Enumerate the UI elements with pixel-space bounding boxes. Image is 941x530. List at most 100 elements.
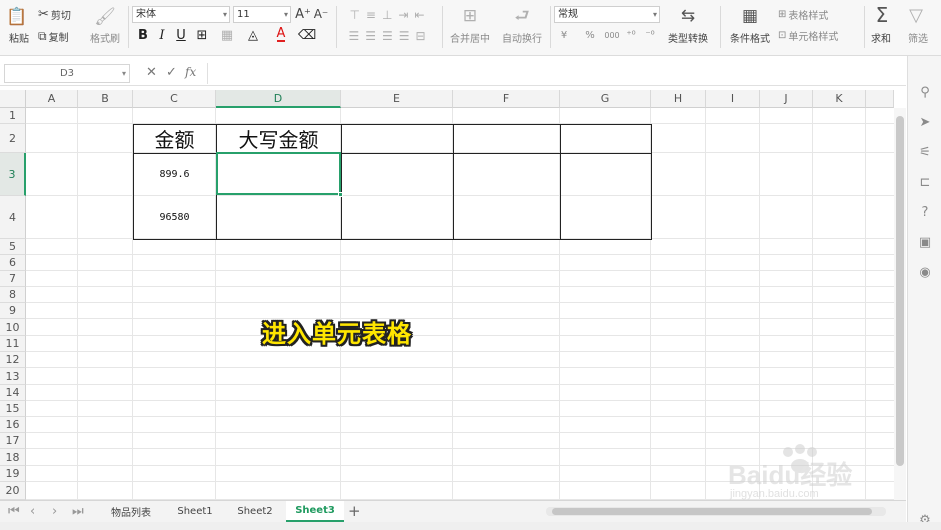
column-header-h[interactable]: H (651, 90, 706, 108)
font-name-select[interactable]: 宋体 ▾ (132, 6, 230, 23)
format-painter-button[interactable]: 🖌 (88, 6, 122, 28)
cut-button[interactable]: ✂ 剪切 (38, 6, 80, 22)
paste-label[interactable]: 粘贴 (4, 30, 34, 45)
thousands-button[interactable]: 000 (602, 28, 622, 42)
fill-style-button[interactable]: ▦ (218, 26, 236, 44)
font-grow-button[interactable]: A⁺ (295, 5, 311, 23)
row-header-14[interactable]: 14 (0, 385, 26, 401)
cancel-icon[interactable]: ✕ (146, 65, 157, 80)
row-header-16[interactable]: 16 (0, 417, 26, 433)
cell-style-button[interactable]: ⊡ 单元格样式 (778, 28, 860, 43)
format-painter-label[interactable]: 格式刷 (86, 30, 124, 45)
row-header-15[interactable]: 15 (0, 401, 26, 417)
add-sheet-icon[interactable]: + (348, 502, 361, 520)
merge-button[interactable]: ⊞ (450, 6, 490, 26)
convert-button[interactable]: ⇆ (674, 6, 702, 26)
font-color-button[interactable]: A (272, 26, 290, 44)
sum-button[interactable]: Σ (870, 4, 894, 26)
column-header-j[interactable]: J (760, 90, 813, 108)
cell-c3[interactable]: 899.6 (133, 153, 216, 196)
column-header-f[interactable]: F (453, 90, 560, 108)
cursor-icon[interactable]: ➤ (917, 114, 933, 130)
name-box[interactable]: D3 ▾ (4, 64, 130, 83)
vertical-scroll-thumb[interactable] (896, 116, 904, 466)
confirm-icon[interactable]: ✓ (166, 65, 177, 80)
column-header-k[interactable]: K (813, 90, 866, 108)
number-format-select[interactable]: 常规 ▾ (554, 6, 660, 23)
row-header-10[interactable]: 10 (0, 319, 26, 336)
row-header-11[interactable]: 11 (0, 336, 26, 352)
sheet-tab-items[interactable]: 物品列表 (100, 501, 162, 522)
row-header-19[interactable]: 19 (0, 466, 26, 482)
underline-button[interactable]: U (172, 26, 190, 44)
select-all-corner[interactable] (0, 90, 26, 108)
bold-button[interactable]: B (134, 26, 152, 44)
row-header-1[interactable]: 1 (0, 108, 26, 124)
pin-icon[interactable]: ⚲ (917, 84, 933, 100)
image-icon[interactable]: ▣ (917, 234, 933, 250)
font-shrink-button[interactable]: A⁻ (313, 5, 329, 23)
percent-button[interactable]: % (582, 28, 598, 42)
align-horizontal-group[interactable]: ☰ ☰ ☰ ☰ ⊟ (342, 27, 438, 45)
row-header-9[interactable]: 9 (0, 303, 26, 319)
row-header-4[interactable]: 4 (0, 196, 26, 239)
row-header-3[interactable]: 3 (0, 153, 26, 196)
decrease-decimal-button[interactable]: ⁻⁰ (641, 28, 659, 42)
table-style-button[interactable]: ⊞ 表格样式 (778, 7, 848, 22)
merge-label[interactable]: 合并居中 (444, 30, 496, 45)
conditional-format-label[interactable]: 条件格式 (724, 30, 776, 45)
vertical-scrollbar[interactable] (894, 108, 906, 500)
active-cell-d3[interactable] (216, 152, 341, 195)
formula-input[interactable] (207, 63, 906, 84)
column-header-g[interactable]: G (560, 90, 651, 108)
conditional-format-button[interactable]: ▦ (738, 6, 762, 26)
fx-icon[interactable]: fx (185, 65, 196, 79)
sheet-tab-sheet1[interactable]: Sheet1 (166, 501, 224, 522)
cell-c2[interactable]: 金额 (133, 124, 216, 153)
wrap-button[interactable]: ⮐ (504, 6, 540, 26)
chevron-left-icon[interactable]: ‹ (30, 504, 35, 519)
column-header-b[interactable]: B (78, 90, 133, 108)
cell-d2[interactable]: 大写金额 (216, 124, 341, 153)
row-header-8[interactable]: 8 (0, 287, 26, 303)
row-header-13[interactable]: 13 (0, 368, 26, 385)
format-icon[interactable]: ⊏ (917, 174, 933, 190)
sheet-tab-sheet3[interactable]: Sheet3 (286, 501, 344, 522)
sliders-icon[interactable]: ⚟ (917, 144, 933, 160)
cell-c4[interactable]: 96580 (133, 196, 216, 239)
column-header-d[interactable]: D (216, 90, 341, 108)
filter-button[interactable]: ▽ (904, 4, 928, 26)
column-header-e[interactable]: E (341, 90, 453, 108)
clear-button[interactable]: ⌫ (298, 26, 316, 44)
currency-button[interactable]: ¥ (556, 28, 572, 42)
column-header-c[interactable]: C (133, 90, 216, 108)
copy-button[interactable]: ⧉ 复制 (38, 28, 80, 44)
row-header-5[interactable]: 5 (0, 239, 26, 255)
help-icon[interactable]: ? (917, 204, 933, 220)
row-header-18[interactable]: 18 (0, 449, 26, 466)
last-sheet-icon[interactable]: ⏭ (72, 504, 84, 519)
horizontal-scrollbar[interactable] (546, 507, 886, 516)
sum-label[interactable]: 求和 (866, 30, 896, 45)
row-header-17[interactable]: 17 (0, 433, 26, 449)
row-header-6[interactable]: 6 (0, 255, 26, 271)
row-header-2[interactable]: 2 (0, 124, 26, 153)
wrap-label[interactable]: 自动换行 (498, 30, 546, 45)
chevron-right-icon[interactable]: › (52, 504, 57, 519)
font-size-select[interactable]: 11 ▾ (233, 6, 291, 23)
fill-color-button[interactable]: ◬ (244, 26, 262, 44)
location-icon[interactable]: ◉ (917, 264, 933, 280)
column-header-i[interactable]: I (706, 90, 760, 108)
border-button[interactable]: ⊞ (193, 26, 211, 44)
horizontal-scroll-thumb[interactable] (552, 508, 872, 515)
column-header-a[interactable]: A (26, 90, 78, 108)
filter-label[interactable]: 筛选 (900, 30, 936, 45)
row-header-7[interactable]: 7 (0, 271, 26, 287)
row-header-12[interactable]: 12 (0, 352, 26, 368)
convert-label[interactable]: 类型转换 (662, 30, 714, 45)
increase-decimal-button[interactable]: ⁺⁰ (622, 28, 640, 42)
italic-button[interactable]: I (153, 26, 171, 44)
align-vertical-group[interactable]: ⊤ ≡ ⊥ ⇥ ⇤ (342, 6, 438, 24)
row-header-20[interactable]: 20 (0, 482, 26, 500)
first-sheet-icon[interactable]: ⏮ (8, 504, 20, 519)
